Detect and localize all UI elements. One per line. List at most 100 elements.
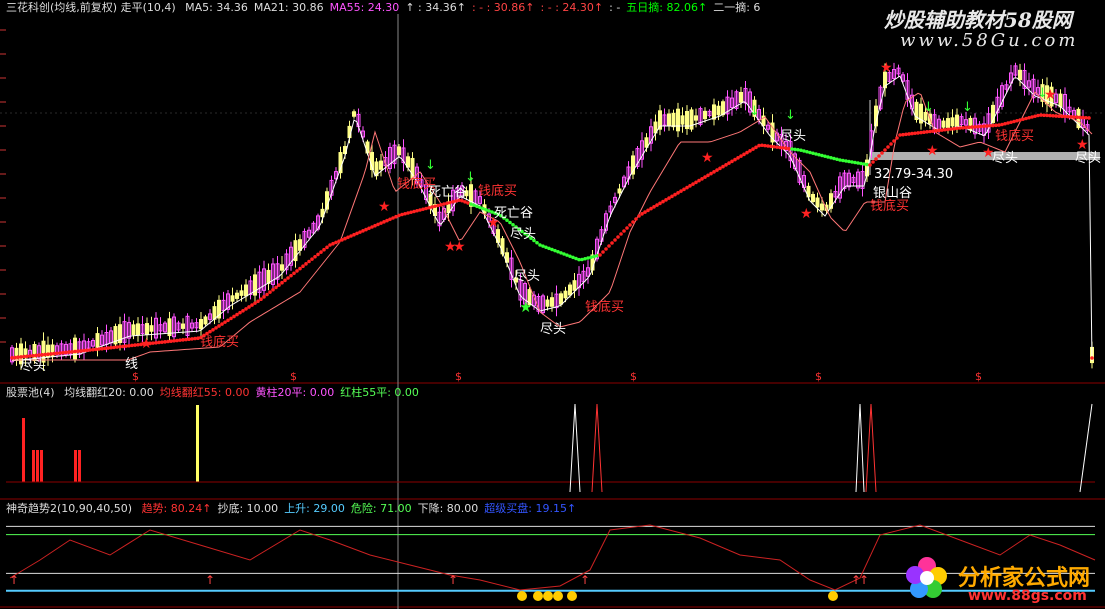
- ma-slow-dot: [658, 201, 662, 206]
- ma-label-8: 二一摘: 6: [713, 1, 761, 14]
- up-arrow-icon: ↑: [448, 573, 458, 587]
- ma-slow-dot: [889, 142, 893, 146]
- ma-slow-dot: [745, 150, 749, 155]
- candle-body: [352, 111, 356, 117]
- ma-slow-dot: [709, 171, 713, 176]
- buy-star-icon: ★: [140, 336, 153, 352]
- ma-slow-dot: [301, 264, 305, 269]
- candle-body: [203, 316, 208, 325]
- sell-star-icon: ★: [519, 298, 532, 316]
- ma-slow-dot: [313, 254, 317, 259]
- chart-canvas[interactable]: 钱底买钱底买 钱底买钱底买钱底买钱底买尽头尽头尽头尽头 尽头尽头尽头死亡谷死亡谷银山…: [0, 0, 1105, 609]
- ma-slow-dot: [844, 159, 848, 163]
- ma-slow-dot: [853, 160, 857, 165]
- ma-slow-dot: [322, 247, 326, 252]
- ma-slow-dot: [628, 223, 632, 227]
- signal-bar: [78, 450, 81, 482]
- ma-slow-dot: [1027, 115, 1031, 120]
- ma-slow-dot: [748, 149, 752, 153]
- candle-body: [212, 306, 217, 320]
- ma-slow-dot: [406, 211, 410, 215]
- ma-slow-dot: [814, 152, 818, 156]
- ma-slow-dot: [634, 217, 638, 221]
- candle-body: [572, 280, 577, 291]
- ma-slow-dot: [631, 220, 635, 224]
- ma-slow-dot: [802, 149, 806, 153]
- ma-slow-dot: [445, 201, 449, 206]
- signal-spike: [1079, 403, 1093, 493]
- ma-slow-dot: [838, 158, 842, 162]
- candle-body: [235, 292, 239, 299]
- ma-slow-dot: [751, 147, 755, 151]
- ma-slow-dot: [262, 295, 266, 299]
- ma-slow-dot: [703, 175, 707, 179]
- candle-body: [230, 295, 235, 302]
- ma-slow-dot: [1030, 115, 1034, 119]
- signal-bar: [32, 450, 35, 482]
- ma-slow-dot: [622, 229, 626, 233]
- candle-body: [671, 112, 676, 128]
- ma-slow-dot: [598, 253, 602, 257]
- dollar-marker: $: [290, 370, 297, 383]
- sp2-label-1: 抄底: 10.00: [217, 502, 279, 515]
- candle-body: [298, 239, 302, 251]
- down-arrow-icon: ↓: [923, 100, 934, 115]
- signal-spike: [569, 403, 581, 493]
- ma-slow-dot: [289, 273, 293, 278]
- buy-star-icon: ★: [1076, 137, 1089, 153]
- ma-slow-dot: [223, 320, 227, 324]
- candle-body: [950, 117, 955, 127]
- candle-body: [136, 323, 140, 336]
- ma-slow-dot: [679, 189, 683, 193]
- up-arrow-icon: ↑: [9, 573, 19, 587]
- candle-body: [941, 120, 946, 128]
- down-arrow-icon: ↓: [1037, 86, 1048, 101]
- ma-slow-dot: [280, 280, 284, 285]
- ma-slow-dot: [583, 256, 587, 261]
- ma-slow-dot: [241, 308, 245, 313]
- ma-slow-dot: [727, 161, 731, 165]
- buy-star-icon: ★: [487, 215, 500, 231]
- ma-slow-dot: [250, 303, 254, 307]
- ma-slow-dot: [610, 241, 614, 245]
- candle-body: [1018, 69, 1022, 81]
- ma-slow-dot: [430, 205, 434, 209]
- signal-bar: [22, 418, 25, 482]
- ma-slow-dot: [754, 145, 758, 150]
- watermark-flower-logo: [905, 556, 949, 600]
- ma-slow-dot: [736, 156, 740, 160]
- chart-annotation: 钱底买: [995, 128, 1034, 144]
- candle-body: [545, 299, 550, 307]
- sp1-label-0: 均线翻红20: 0.00: [64, 386, 154, 399]
- ma-slow-dot: [283, 278, 287, 283]
- ma-slow-dot: [718, 166, 722, 171]
- chart-annotation: 死亡谷: [494, 206, 533, 221]
- candle-body: [559, 293, 563, 305]
- ma-slow-dot: [1090, 356, 1094, 360]
- ma-slow-dot: [685, 185, 689, 190]
- up-arrow-icon: ↑: [205, 573, 215, 587]
- ma-slow-dot: [586, 256, 590, 260]
- ma-slow-dot: [871, 160, 875, 164]
- ma-slow-dot: [220, 322, 224, 326]
- dollar-marker: $: [630, 370, 637, 383]
- candle-body: [716, 105, 721, 116]
- ma-slow-dot: [1015, 118, 1019, 123]
- ma-slow-dot: [1009, 120, 1013, 125]
- ma-slow-dot: [859, 161, 863, 166]
- ma-slow-dot: [715, 168, 719, 172]
- ma-slow-dot: [682, 187, 686, 192]
- ma-slow-dot: [883, 148, 887, 152]
- candle-body: [199, 319, 203, 330]
- ma-slow-dot: [796, 147, 800, 152]
- chart-annotation: 钱底买: [200, 334, 239, 350]
- ma-label-4: : - : 30.86↑: [471, 1, 535, 14]
- ma-slow-dot: [448, 200, 452, 205]
- down-arrow-icon: ↓: [749, 104, 760, 119]
- ma-slow-dot: [211, 327, 215, 332]
- ma-slow-dot: [619, 232, 623, 236]
- main-panel-header: 三花科创(均线,前复权) 走平(10,4) MA5: 34.36 MA21: 30…: [6, 1, 772, 14]
- candle-body: [145, 323, 149, 335]
- ma-slow-dot: [1024, 116, 1028, 121]
- candle-body: [721, 101, 725, 116]
